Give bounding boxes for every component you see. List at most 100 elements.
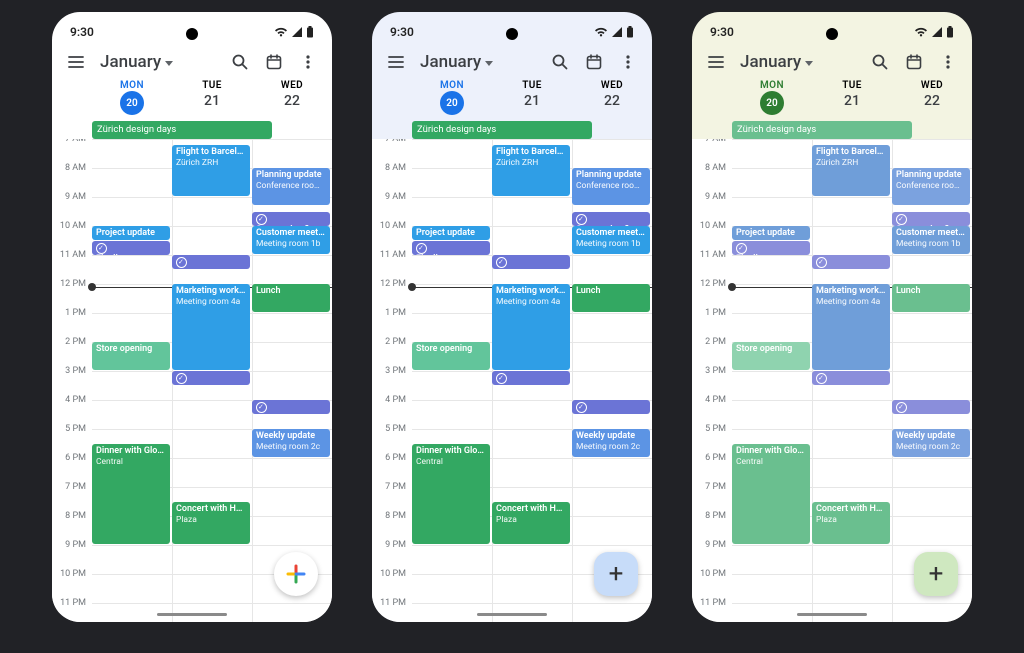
more-icon[interactable]: [298, 52, 318, 72]
month-label: January: [420, 52, 481, 72]
day-header[interactable]: Tue21: [812, 80, 892, 115]
event-chip[interactable]: Dinner with GloriaCentral: [732, 444, 810, 545]
create-event-button[interactable]: +: [914, 552, 958, 596]
event-chip[interactable]: Project update: [92, 226, 170, 240]
day-header[interactable]: Mon20: [92, 80, 172, 115]
event-title: Project update: [416, 228, 486, 239]
event-chip[interactable]: Dinner with GloriaCentral: [412, 444, 490, 545]
hour-label: 3 PM: [385, 366, 406, 376]
menu-icon[interactable]: [706, 52, 726, 72]
day-of-week: Wed: [252, 80, 332, 91]
day-number: 21: [172, 93, 252, 109]
task-chip[interactable]: Prepare designs: [892, 400, 970, 414]
event-chip[interactable]: Lunch: [572, 284, 650, 312]
day-header[interactable]: Mon20: [732, 80, 812, 115]
search-icon[interactable]: [870, 52, 890, 72]
event-chip[interactable]: Planning updateConference room 2c: [252, 168, 330, 205]
event-title: Flight to Barcelona: [816, 147, 886, 158]
task-chip[interactable]: Summarize findings: [252, 212, 330, 226]
event-chip[interactable]: Lunch: [252, 284, 330, 312]
event-chip[interactable]: Project update: [412, 226, 490, 240]
task-chip[interactable]: Prepare workshop: [812, 255, 890, 269]
day-header[interactable]: Wed22: [892, 80, 972, 115]
event-subtitle: Meeting room 4a: [496, 297, 566, 308]
event-chip[interactable]: Store opening: [92, 342, 170, 370]
search-icon[interactable]: [230, 52, 250, 72]
hour-label: 9 PM: [705, 540, 726, 550]
month-picker[interactable]: January: [740, 52, 856, 72]
event-chip[interactable]: Customer meetingMeeting room 1b: [892, 226, 970, 254]
event-chip[interactable]: Planning updateConference room 2c: [572, 168, 650, 205]
event-subtitle: Plaza: [816, 515, 886, 526]
signal-icon: [931, 26, 943, 38]
event-chip[interactable]: Concert with HelenaPlaza: [812, 502, 890, 545]
event-chip[interactable]: Planning updateConference room 2c: [892, 168, 970, 205]
task-chip[interactable]: Prepare designs: [572, 400, 650, 414]
day-header[interactable]: Mon20: [412, 80, 492, 115]
event-title: Planning update: [576, 170, 646, 181]
today-icon[interactable]: [904, 52, 924, 72]
event-chip[interactable]: Customer meetingMeeting room 1b: [252, 226, 330, 254]
task-check-icon: [496, 257, 507, 268]
more-icon[interactable]: [938, 52, 958, 72]
event-chip[interactable]: Weekly updateMeeting room 2c: [252, 429, 330, 457]
month-picker[interactable]: January: [420, 52, 536, 72]
event-chip[interactable]: Flight to BarcelonaZürich ZRH: [812, 145, 890, 196]
task-chip[interactable]: Summarize findings: [892, 212, 970, 226]
hour-label: 5 PM: [65, 424, 86, 434]
day-header[interactable]: Tue21: [492, 80, 572, 115]
event-title: Weekly update: [256, 431, 326, 442]
day-number: 20: [440, 91, 464, 115]
event-chip[interactable]: Marketing workshopMeeting room 4a: [172, 284, 250, 370]
task-chip[interactable]: Update slide deck: [172, 371, 250, 385]
event-chip[interactable]: Store opening: [732, 342, 810, 370]
search-icon[interactable]: [550, 52, 570, 72]
task-chip[interactable]: Summarize findings: [572, 212, 650, 226]
event-chip[interactable]: Lunch: [892, 284, 970, 312]
hour-label: 7 PM: [705, 482, 726, 492]
event-chip[interactable]: Weekly updateMeeting room 2c: [892, 429, 970, 457]
task-chip[interactable]: Finalize presentation: [412, 241, 490, 255]
event-chip[interactable]: Flight to BarcelonaZürich ZRH: [492, 145, 570, 196]
task-chip[interactable]: Update slide deck: [812, 371, 890, 385]
event-chip[interactable]: Weekly updateMeeting room 2c: [572, 429, 650, 457]
event-title: Store opening: [96, 344, 166, 355]
create-event-button[interactable]: +: [594, 552, 638, 596]
task-chip[interactable]: Update slide deck: [492, 371, 570, 385]
create-event-button[interactable]: [274, 552, 318, 596]
event-chip[interactable]: Marketing workshopMeeting room 4a: [492, 284, 570, 370]
month-picker[interactable]: January: [100, 52, 216, 72]
calendar-grid[interactable]: 7 AM8 AM9 AM10 AM11 AM12 PM1 PM2 PM3 PM4…: [692, 139, 972, 622]
day-header[interactable]: Wed22: [572, 80, 652, 115]
chevron-down-icon: [165, 61, 173, 66]
event-chip[interactable]: Marketing workshopMeeting room 4a: [812, 284, 890, 370]
event-chip[interactable]: Concert with HelenaPlaza: [172, 502, 250, 545]
event-chip[interactable]: Customer meetingMeeting room 1b: [572, 226, 650, 254]
menu-icon[interactable]: [386, 52, 406, 72]
hour-label: 11 PM: [60, 598, 86, 608]
event-chip[interactable]: Dinner with GloriaCentral: [92, 444, 170, 545]
task-chip[interactable]: Prepare workshop: [492, 255, 570, 269]
event-chip[interactable]: Store opening: [412, 342, 490, 370]
event-title: Customer meeting: [576, 228, 646, 239]
day-header[interactable]: Wed22: [252, 80, 332, 115]
menu-icon[interactable]: [66, 52, 86, 72]
event-chip[interactable]: Project update: [732, 226, 810, 240]
task-chip[interactable]: Finalize presentation: [92, 241, 170, 255]
task-check-icon: [176, 257, 187, 268]
hour-label: 12 PM: [380, 279, 406, 289]
task-chip[interactable]: Finalize presentation: [732, 241, 810, 255]
event-subtitle: Conference room 2c: [576, 181, 646, 192]
today-icon[interactable]: [264, 52, 284, 72]
task-check-icon: [496, 373, 507, 384]
task-chip[interactable]: Prepare designs: [252, 400, 330, 414]
more-icon[interactable]: [618, 52, 638, 72]
calendar-grid[interactable]: 7 AM8 AM9 AM10 AM11 AM12 PM1 PM2 PM3 PM4…: [52, 139, 332, 622]
calendar-grid[interactable]: 7 AM8 AM9 AM10 AM11 AM12 PM1 PM2 PM3 PM4…: [372, 139, 652, 622]
day-header[interactable]: Tue21: [172, 80, 252, 115]
today-icon[interactable]: [584, 52, 604, 72]
allday-event-title: Zürich design days: [737, 124, 816, 135]
event-chip[interactable]: Flight to BarcelonaZürich ZRH: [172, 145, 250, 196]
event-chip[interactable]: Concert with HelenaPlaza: [492, 502, 570, 545]
task-chip[interactable]: Prepare workshop: [172, 255, 250, 269]
